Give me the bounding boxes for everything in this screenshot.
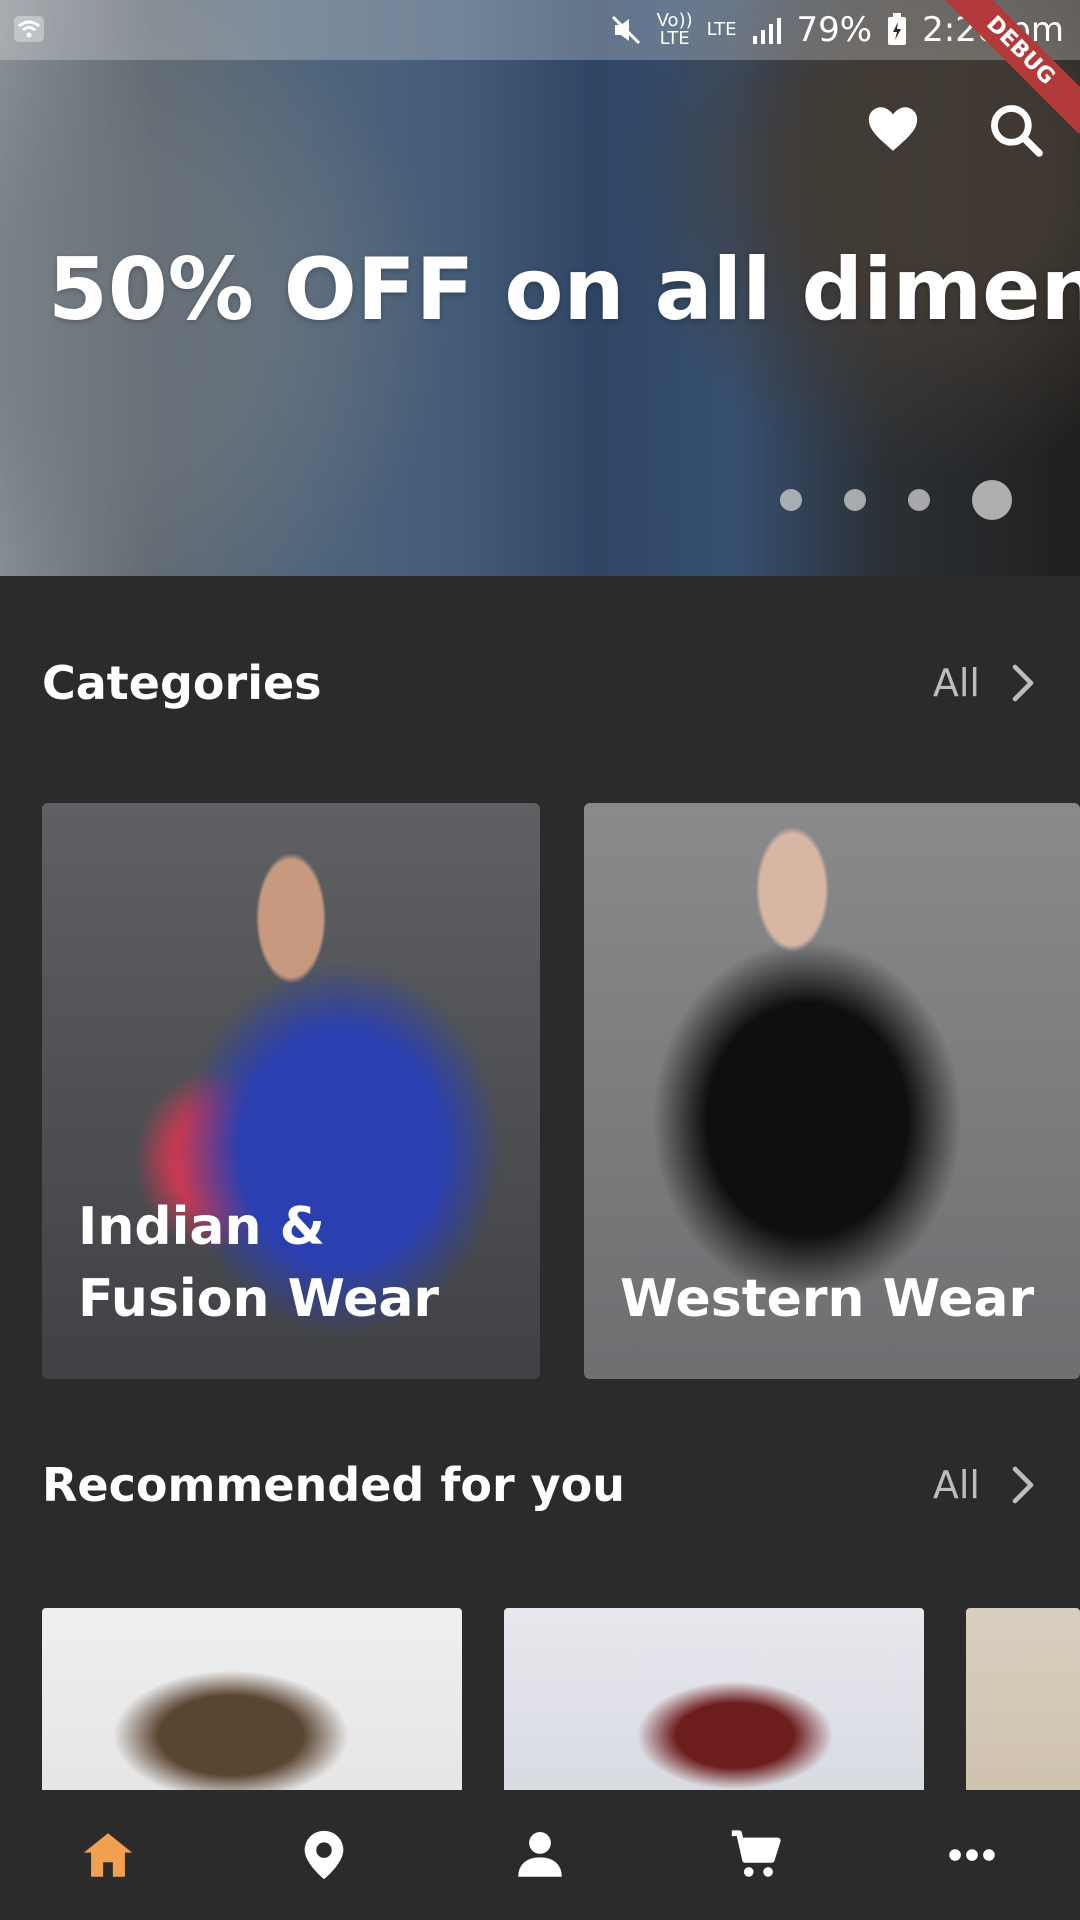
heart-icon[interactable] <box>864 100 922 158</box>
product-card[interactable] <box>504 1608 924 1790</box>
carousel-dot[interactable] <box>844 489 866 511</box>
carousel-dot-active[interactable] <box>972 480 1012 520</box>
recommended-all-link[interactable]: All <box>933 1463 1038 1507</box>
product-card[interactable] <box>42 1608 462 1790</box>
categories-header: Categories All <box>42 656 1038 710</box>
category-label: Western Wear <box>620 1269 1035 1329</box>
category-card-western[interactable]: Western Wear <box>584 803 1080 1379</box>
more-icon <box>949 1849 995 1861</box>
hero-actions <box>864 100 1044 158</box>
hero-title: 50% OFF on all dimen <box>48 240 1080 340</box>
battery-icon <box>888 13 907 45</box>
battery-percent: 79% <box>796 10 873 50</box>
category-label: Indian & Fusion Wear <box>78 1197 440 1329</box>
wifi-icon <box>14 16 44 42</box>
categories-all-link[interactable]: All <box>933 661 1038 705</box>
recommended-title: Recommended for you <box>42 1458 626 1512</box>
search-icon[interactable] <box>986 100 1044 158</box>
recommended-all-label: All <box>932 1463 980 1507</box>
categories-title: Categories <box>42 656 322 710</box>
home-icon <box>83 1833 133 1877</box>
status-bar: Vo)) LTE LTE 79% 2:20 pm DEBUG <box>0 0 1080 134</box>
recommended-header: Recommended for you All <box>42 1458 1038 1512</box>
nav-location[interactable] <box>279 1810 369 1900</box>
volte-indicator: Vo)) LTE <box>656 10 693 49</box>
nav-more[interactable] <box>927 1810 1017 1900</box>
signal-icon <box>752 18 781 44</box>
lte-indicator: LTE <box>706 19 737 40</box>
chevron-right-icon <box>1012 1466 1034 1504</box>
product-card[interactable] <box>966 1608 1080 1790</box>
carousel-dot[interactable] <box>908 489 930 511</box>
carousel-dot[interactable] <box>780 489 802 511</box>
mute-icon <box>611 15 640 45</box>
bottom-navigation <box>0 1790 1080 1920</box>
nav-cart[interactable] <box>711 1810 801 1900</box>
profile-icon <box>518 1832 562 1877</box>
chevron-right-icon <box>1012 664 1034 702</box>
cart-icon <box>731 1830 781 1877</box>
nav-home[interactable] <box>63 1810 153 1900</box>
categories-all-label: All <box>932 661 980 705</box>
nav-profile[interactable] <box>495 1810 585 1900</box>
carousel-indicator <box>780 480 1012 520</box>
location-icon <box>304 1830 344 1880</box>
category-card-indian-fusion[interactable]: Indian & Fusion Wear <box>42 803 540 1379</box>
hero-banner[interactable]: Vo)) LTE LTE 79% 2:20 pm DEBUG 50% OFF o… <box>0 0 1080 576</box>
